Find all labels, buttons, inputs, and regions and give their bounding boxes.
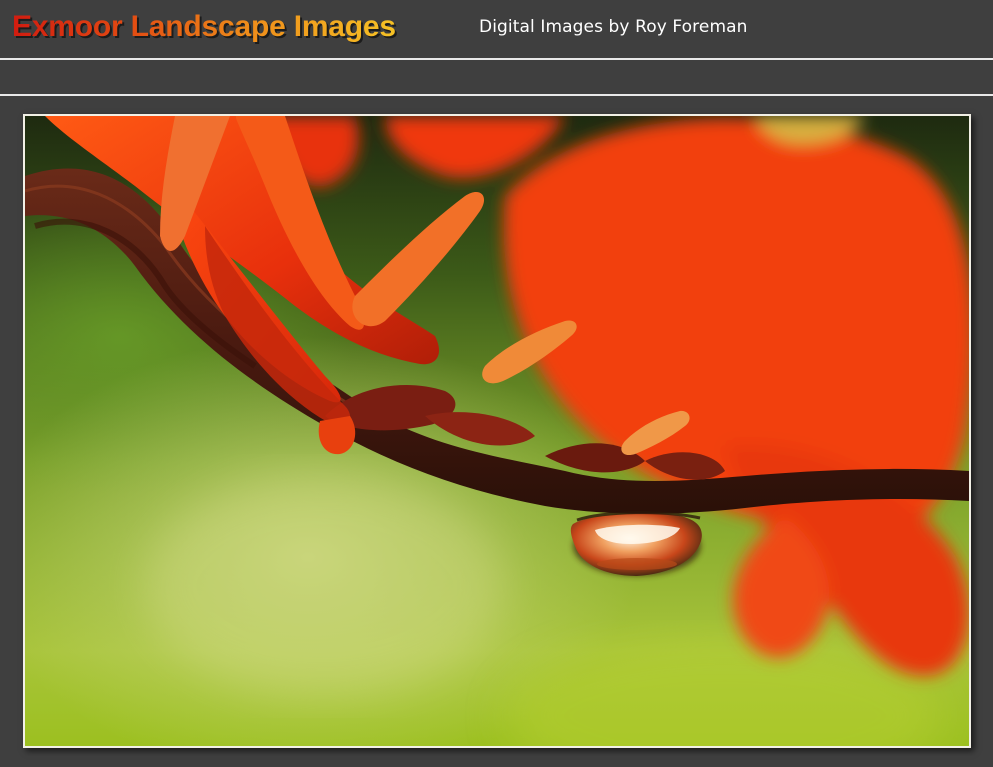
navigation-bar <box>0 60 993 94</box>
site-title[interactable]: Exmoor Landscape Images <box>12 8 396 46</box>
flower-photo <box>25 116 969 746</box>
photo-frame[interactable] <box>23 114 971 748</box>
page: Exmoor Landscape Images Exmoor Landscape… <box>0 0 993 767</box>
site-subtitle: Digital Images by Roy Foreman <box>479 17 748 37</box>
header-divider-bottom <box>0 94 993 96</box>
site-header: Exmoor Landscape Images Exmoor Landscape… <box>0 0 993 58</box>
